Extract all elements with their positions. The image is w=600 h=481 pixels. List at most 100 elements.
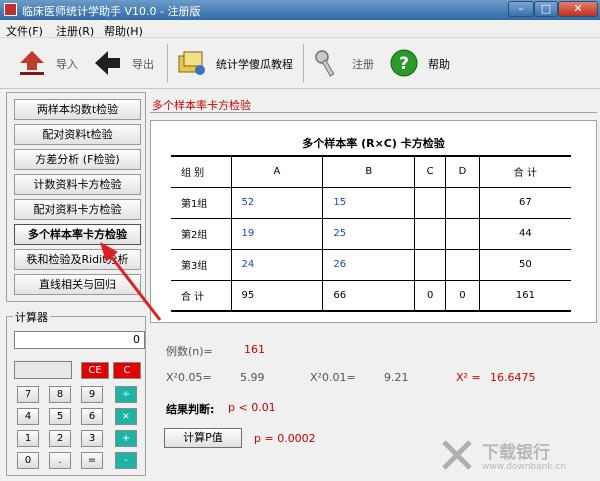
contingency-table: 组 别 A B C D 合 计 第1组 52 15 67 第2组 19 25 4…	[171, 155, 571, 312]
maximize-button[interactable]: □	[534, 1, 558, 17]
method-chi-square-multiple-rates[interactable]: 多个样本率卡方检验	[14, 224, 141, 245]
row-total: 67	[478, 186, 571, 218]
menu-register[interactable]: 注册(R)	[56, 23, 94, 39]
register-label: 注册	[352, 58, 374, 71]
tab-label: 多个样本率卡方检验	[152, 99, 251, 112]
table-total-row: 合 计 95 66 0 0 161	[171, 279, 571, 312]
watermark-brand: 下载银行	[482, 443, 550, 463]
calc-key-5[interactable]: 5	[49, 408, 71, 425]
method-list: 两样本均数t检验 配对资料t检验 方差分析 (F检验) 计数资料卡方检验 配对资…	[6, 92, 146, 302]
cell-input[interactable]: 25	[322, 217, 415, 249]
minimize-button[interactable]: –	[508, 1, 534, 17]
calc-c-key[interactable]: C	[113, 362, 141, 379]
help-button[interactable]: ? 帮助	[388, 44, 458, 82]
method-t-test-two-sample[interactable]: 两样本均数t检验	[14, 99, 141, 120]
calc-key-4[interactable]: 4	[17, 408, 39, 425]
data-table-panel: 多个样本率 (R×C) 卡方检验 组 别 A B C D 合 计 第1组 52 …	[150, 120, 597, 323]
header-c: C	[414, 155, 446, 187]
calculator-memory	[14, 361, 72, 379]
calc-subtract-key[interactable]: -	[115, 452, 137, 469]
calc-ce-key[interactable]: CE	[81, 362, 109, 379]
watermark-logo-icon	[442, 440, 472, 470]
calc-multiply-key[interactable]: ×	[115, 408, 137, 425]
table-title: 多个样本率 (R×C) 卡方检验	[302, 137, 445, 150]
import-icon	[20, 51, 44, 75]
cell-input[interactable]: 26	[322, 248, 415, 280]
help-label: 帮助	[428, 58, 450, 71]
cell-input[interactable]	[414, 186, 446, 218]
cell-input[interactable]: 52	[230, 186, 323, 218]
export-button[interactable]: 导出	[92, 44, 158, 82]
critical-value-05-label: X²0.05=	[166, 371, 212, 384]
calc-equals-key[interactable]: =	[81, 452, 103, 469]
cell-input[interactable]	[445, 248, 480, 280]
calc-key-9[interactable]: 9	[81, 386, 103, 403]
calc-add-key[interactable]: +	[115, 430, 137, 447]
judgement-value: p < 0.01	[228, 401, 276, 414]
sample-size-label: 例数(n)=	[166, 345, 213, 358]
calc-key-7[interactable]: 7	[17, 386, 39, 403]
import-button[interactable]: 导入	[16, 44, 86, 82]
header-a: A	[230, 155, 323, 187]
calc-key-1[interactable]: 1	[17, 430, 39, 447]
method-anova[interactable]: 方差分析 (F检验)	[14, 149, 141, 170]
method-correlation-regression[interactable]: 直线相关与回归	[14, 274, 141, 295]
method-chi-square-count[interactable]: 计数资料卡方检验	[14, 174, 141, 195]
key-icon	[315, 50, 335, 77]
calc-key-0[interactable]: 0	[17, 452, 39, 469]
row-total: 50	[478, 248, 571, 280]
method-chi-square-paired[interactable]: 配对资料卡方检验	[14, 199, 141, 220]
menu-file[interactable]: 文件(F)	[6, 23, 43, 39]
title-bar: 临床医师统计学助手 V10.0 - 注册版 – □ ✕	[0, 0, 600, 20]
menu-help[interactable]: 帮助(H)	[104, 23, 143, 39]
cell-input[interactable]: 24	[230, 248, 323, 280]
cell-input[interactable]	[414, 248, 446, 280]
calc-key-8[interactable]: 8	[49, 386, 71, 403]
row-label: 第2组	[171, 217, 231, 249]
table-row: 第2组 19 25 44	[171, 217, 571, 249]
row-total: 44	[478, 217, 571, 249]
watermark: 下载银行 www.downbank.cn	[440, 436, 598, 478]
cell-input[interactable]	[414, 217, 446, 249]
calc-key-6[interactable]: 6	[81, 408, 103, 425]
header-d: D	[445, 155, 480, 187]
window-title: 临床医师统计学助手 V10.0 - 注册版	[22, 5, 201, 18]
critical-value-05: 5.99	[240, 371, 265, 384]
toolbar: 导入 导出 统计学傻瓜教程 注册 ? 帮助	[0, 39, 600, 89]
export-label: 导出	[132, 58, 154, 71]
calc-dot-key[interactable]: .	[49, 452, 71, 469]
help-icon: ?	[390, 49, 418, 77]
calculator-display: 0	[14, 331, 145, 349]
svg-text:?: ?	[399, 54, 409, 74]
chi-square-value: 16.6475	[490, 371, 536, 384]
judgement-label: 结果判断:	[166, 403, 215, 416]
header-b: B	[322, 155, 415, 187]
cell-input[interactable]: 19	[230, 217, 323, 249]
method-rank-sum-ridit[interactable]: 秩和检验及Ridit分析	[14, 249, 141, 270]
calculator: 计算器 0 CE C 7 8 9 ÷ 4 5 6 × 1 2 3 + 0 . =…	[6, 309, 146, 476]
calc-key-2[interactable]: 2	[49, 430, 71, 447]
app-icon	[4, 3, 17, 16]
cell-input[interactable]: 15	[322, 186, 415, 218]
sample-size-value: 161	[244, 343, 265, 356]
p-value: p = 0.0002	[254, 432, 316, 445]
table-row: 第1组 52 15 67	[171, 186, 571, 218]
tutorial-button[interactable]: 统计学傻瓜教程	[176, 44, 306, 82]
row-label: 第1组	[171, 186, 231, 218]
grand-total: 161	[478, 279, 571, 312]
calc-divide-key[interactable]: ÷	[115, 386, 137, 403]
method-paired-t-test[interactable]: 配对资料t检验	[14, 124, 141, 145]
import-label: 导入	[56, 58, 78, 71]
register-button[interactable]: 注册	[312, 44, 382, 82]
cell-input[interactable]	[445, 186, 480, 218]
column-total: 95	[230, 279, 323, 312]
calculate-p-button[interactable]: 计算P值	[164, 428, 242, 448]
column-total: 66	[322, 279, 415, 312]
calc-key-3[interactable]: 3	[81, 430, 103, 447]
watermark-url: www.downbank.cn	[482, 462, 567, 472]
row-label: 合 计	[171, 279, 231, 312]
tab-chi-square-multiple-rates[interactable]: 多个样本率卡方检验	[150, 95, 597, 113]
export-icon	[95, 51, 120, 75]
cell-input[interactable]	[445, 217, 480, 249]
close-button[interactable]: ✕	[558, 1, 598, 17]
